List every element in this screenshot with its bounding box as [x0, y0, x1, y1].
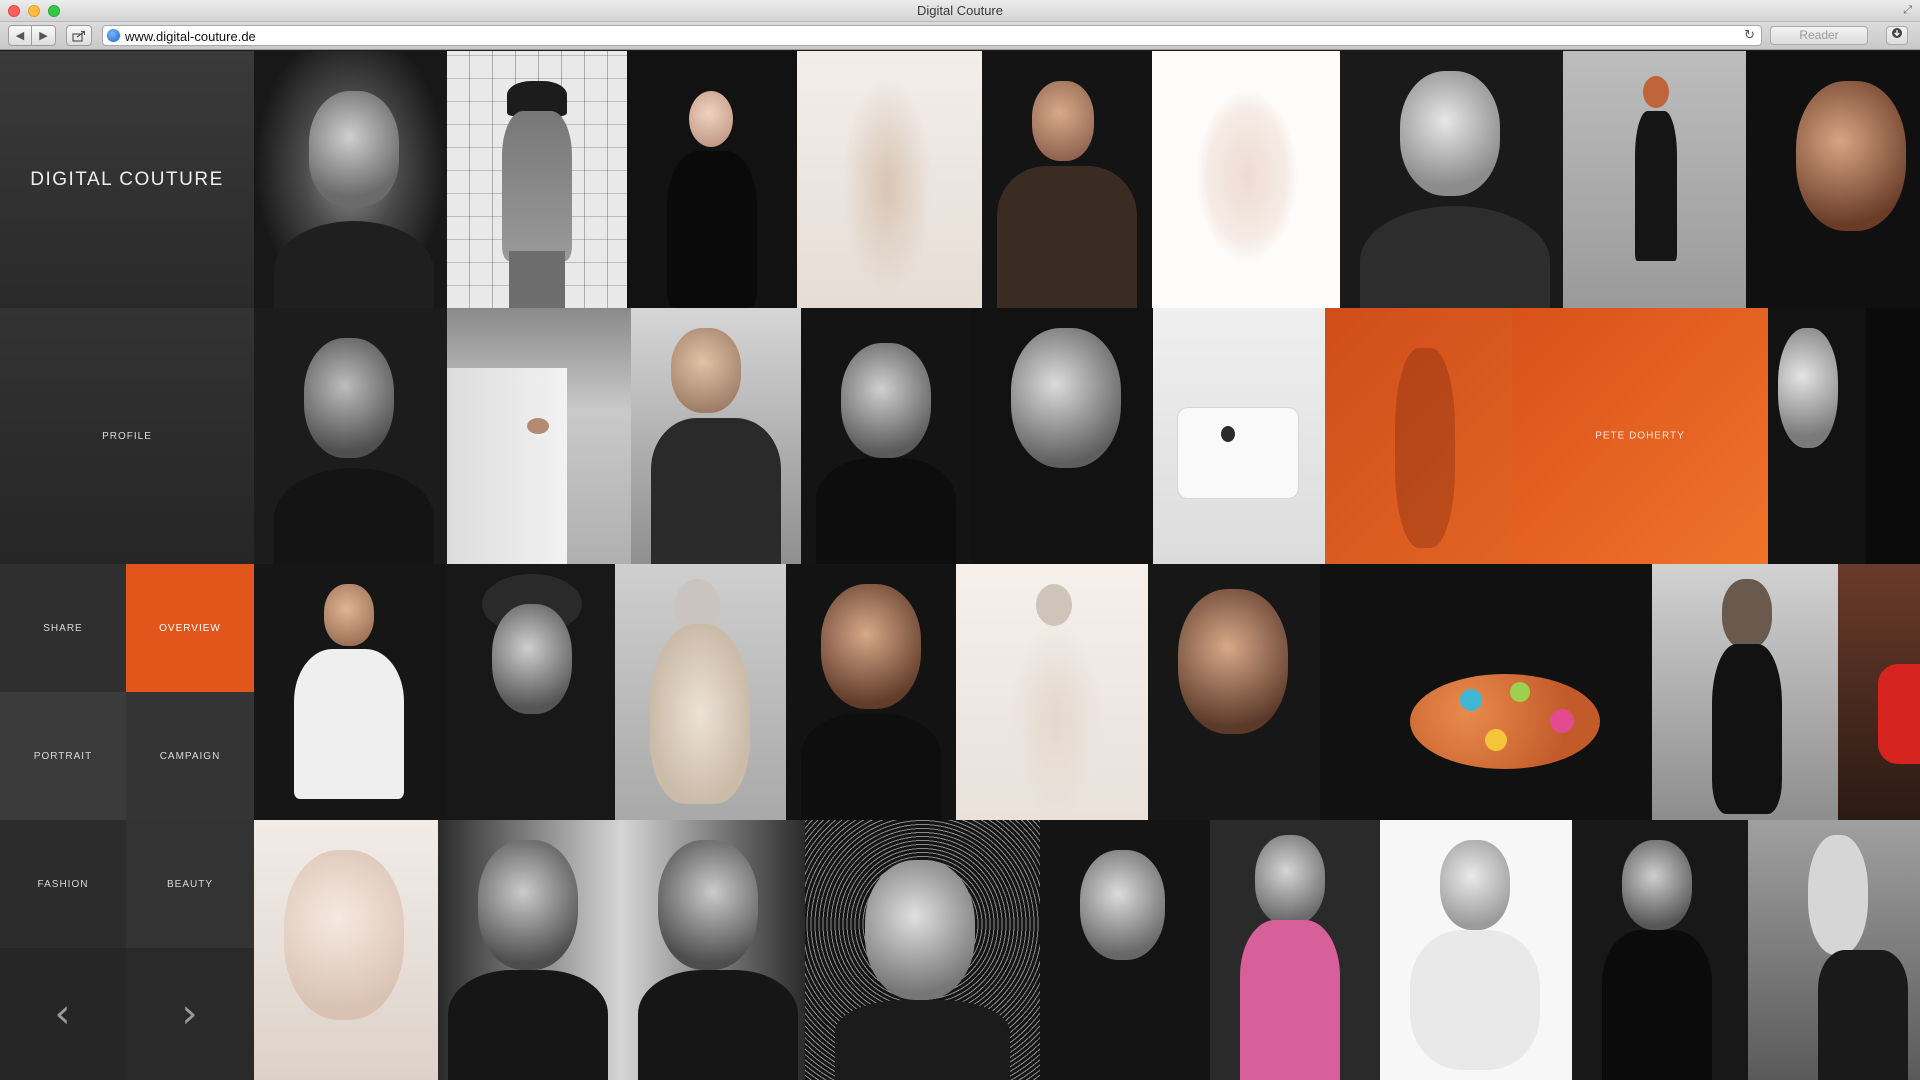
gallery-photo[interactable] — [1152, 51, 1340, 308]
gallery-photo[interactable] — [786, 564, 956, 820]
window-title: Digital Couture — [917, 3, 1003, 18]
gallery-photo[interactable] — [1748, 820, 1920, 1080]
gallery-photo[interactable] — [615, 564, 786, 820]
next-page-button[interactable]: › — [126, 948, 254, 1080]
nav-profile[interactable]: PROFILE — [0, 308, 254, 564]
previous-page-button[interactable]: ‹ — [0, 948, 126, 1080]
gallery-photo[interactable] — [982, 51, 1152, 308]
gallery-photo[interactable] — [956, 564, 1148, 820]
reader-button[interactable]: Reader — [1770, 26, 1868, 45]
nav-share[interactable]: SHARE — [0, 564, 126, 692]
nav-overview[interactable]: OVERVIEW — [126, 564, 254, 692]
gallery-photo[interactable] — [1838, 564, 1920, 820]
gallery-photo[interactable] — [805, 820, 1040, 1080]
nav-fashion[interactable]: FASHION — [0, 820, 126, 948]
nav-campaign[interactable]: CAMPAIGN — [126, 692, 254, 820]
fullscreen-icon[interactable]: ⤢ — [1903, 4, 1912, 17]
downloads-icon — [1892, 28, 1902, 38]
gallery-photo[interactable] — [447, 308, 631, 564]
gallery-photo[interactable] — [971, 308, 1153, 564]
chevron-right-icon: › — [181, 991, 199, 1037]
page-content: DIGITAL COUTURE PROFILE SHARE OVERVIEW P… — [0, 51, 1920, 1080]
gallery-photo[interactable] — [1148, 564, 1320, 820]
forward-arrow-icon: ▶ — [39, 30, 48, 42]
browser-toolbar: ◀ ▶ www.digital-couture.de ↻ Reader — [0, 22, 1920, 50]
gallery-photo[interactable] — [1340, 51, 1563, 308]
share-button[interactable] — [66, 25, 92, 46]
reload-icon[interactable]: ↻ — [1744, 27, 1755, 43]
downloads-button[interactable] — [1886, 26, 1908, 45]
gallery-photo[interactable] — [1866, 308, 1920, 564]
gallery-photo[interactable] — [1320, 564, 1652, 820]
nav-portrait[interactable]: PORTRAIT — [0, 692, 126, 820]
gallery-photo[interactable] — [254, 564, 447, 820]
window-titlebar: Digital Couture ⤢ — [0, 0, 1920, 22]
gallery-photo[interactable] — [254, 820, 438, 1080]
gallery-photo[interactable] — [254, 308, 447, 564]
gallery-photo[interactable] — [1768, 308, 1866, 564]
share-icon — [72, 30, 86, 42]
chevron-left-icon: ‹ — [54, 991, 72, 1037]
globe-icon — [107, 29, 120, 42]
gallery-photo[interactable] — [1210, 820, 1380, 1080]
gallery-photo[interactable] — [447, 564, 615, 820]
site-logo[interactable]: DIGITAL COUTURE — [0, 51, 254, 308]
gallery-photo[interactable] — [1153, 308, 1325, 564]
gallery-photo[interactable] — [1572, 820, 1748, 1080]
pete-doherty-tile[interactable]: PETE DOHERTY — [1512, 308, 1768, 564]
gallery-photo[interactable] — [1563, 51, 1746, 308]
back-button[interactable]: ◀ — [8, 25, 32, 46]
address-bar[interactable]: www.digital-couture.de ↻ — [102, 25, 1762, 46]
gallery-photo[interactable] — [254, 51, 447, 308]
gallery-photo[interactable] — [1040, 820, 1210, 1080]
url-text[interactable]: www.digital-couture.de — [125, 29, 256, 44]
nav-beauty[interactable]: BEAUTY — [126, 820, 254, 948]
gallery-photo[interactable] — [1325, 308, 1512, 564]
gallery-photo[interactable] — [631, 308, 801, 564]
gallery-photo[interactable] — [627, 51, 797, 308]
gallery-photo[interactable] — [1380, 820, 1572, 1080]
pete-doherty-label: PETE DOHERTY — [1595, 430, 1685, 442]
gallery-photo[interactable] — [797, 51, 982, 308]
gallery-photo[interactable] — [1652, 564, 1838, 820]
gallery-photo[interactable] — [438, 820, 805, 1080]
gallery-photo[interactable] — [801, 308, 971, 564]
gallery-photo[interactable] — [447, 51, 627, 308]
gallery-photo[interactable] — [1746, 51, 1920, 308]
back-arrow-icon: ◀ — [15, 30, 25, 42]
forward-button[interactable]: ▶ — [32, 25, 56, 46]
